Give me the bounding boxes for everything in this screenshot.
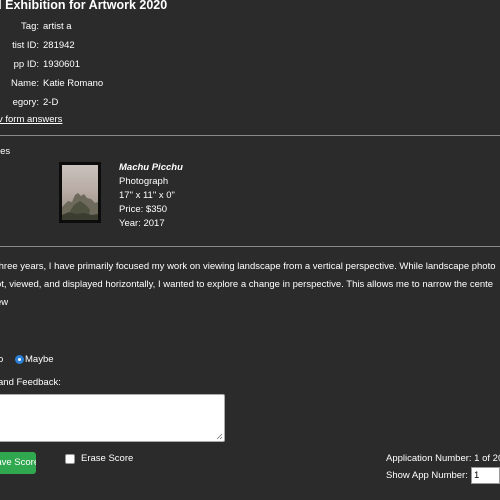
field-value: 2-D <box>43 97 59 108</box>
feedback-textarea[interactable] <box>0 394 225 442</box>
field-value: 1930601 <box>43 59 80 70</box>
artwork-medium: Photograph <box>119 176 169 187</box>
artwork-price: Price: $350 <box>119 204 168 215</box>
field-label: Name: <box>11 78 39 89</box>
artwork-thumbnail[interactable] <box>59 162 101 223</box>
save-score-button[interactable]: Save Score <box>0 452 36 474</box>
section-divider <box>0 246 500 247</box>
artwork-dimensions: 17" x 11" x 0" <box>119 190 175 201</box>
page-title: d Exhibition for Artwork 2020 <box>0 0 168 12</box>
artwork-year: Year: 2017 <box>119 218 165 229</box>
field-label: Tag: <box>21 21 39 32</box>
erase-score-label: Erase Score <box>81 453 134 464</box>
view-form-answers-link[interactable]: v form answers <box>0 114 62 125</box>
erase-score-checkbox[interactable] <box>65 454 75 464</box>
field-value: artist a <box>43 21 72 32</box>
resize-grip-icon[interactable] <box>216 433 223 440</box>
artwork-title: Machu Picchu <box>119 162 183 173</box>
application-number: Application Number: 1 of 20 <box>386 453 500 464</box>
section-divider <box>0 135 500 136</box>
radio-maybe[interactable] <box>15 355 24 364</box>
show-app-number-input[interactable]: 1 <box>471 467 500 484</box>
field-label: tist ID: <box>12 40 39 51</box>
field-value: Katie Romano <box>43 78 104 89</box>
statement-line: ew <box>0 297 9 308</box>
field-label: egory: <box>12 97 39 108</box>
images-section-label: les <box>0 146 11 157</box>
jury-review-page: d Exhibition for Artwork 2020 Tag: artis… <box>0 0 500 500</box>
field-label: pp ID: <box>13 59 39 70</box>
radio-maybe-label[interactable]: Maybe <box>25 353 54 367</box>
artwork-info: Machu Picchu Photograph 17" x 11" x 0" P… <box>119 161 183 231</box>
radio-no-label[interactable]: o <box>0 353 3 367</box>
statement-line: three years, I have primarily focused my… <box>0 261 496 272</box>
artist-statement: three years, I have primarily focused my… <box>0 258 500 312</box>
feedback-label: and Feedback: <box>0 377 61 388</box>
artwork-thumbnail-image <box>62 165 98 220</box>
field-value: 281942 <box>43 40 75 51</box>
show-app-number-label: Show App Number: <box>386 470 468 481</box>
statement-line: ot, viewed, and displayed horizontally, … <box>0 279 494 290</box>
